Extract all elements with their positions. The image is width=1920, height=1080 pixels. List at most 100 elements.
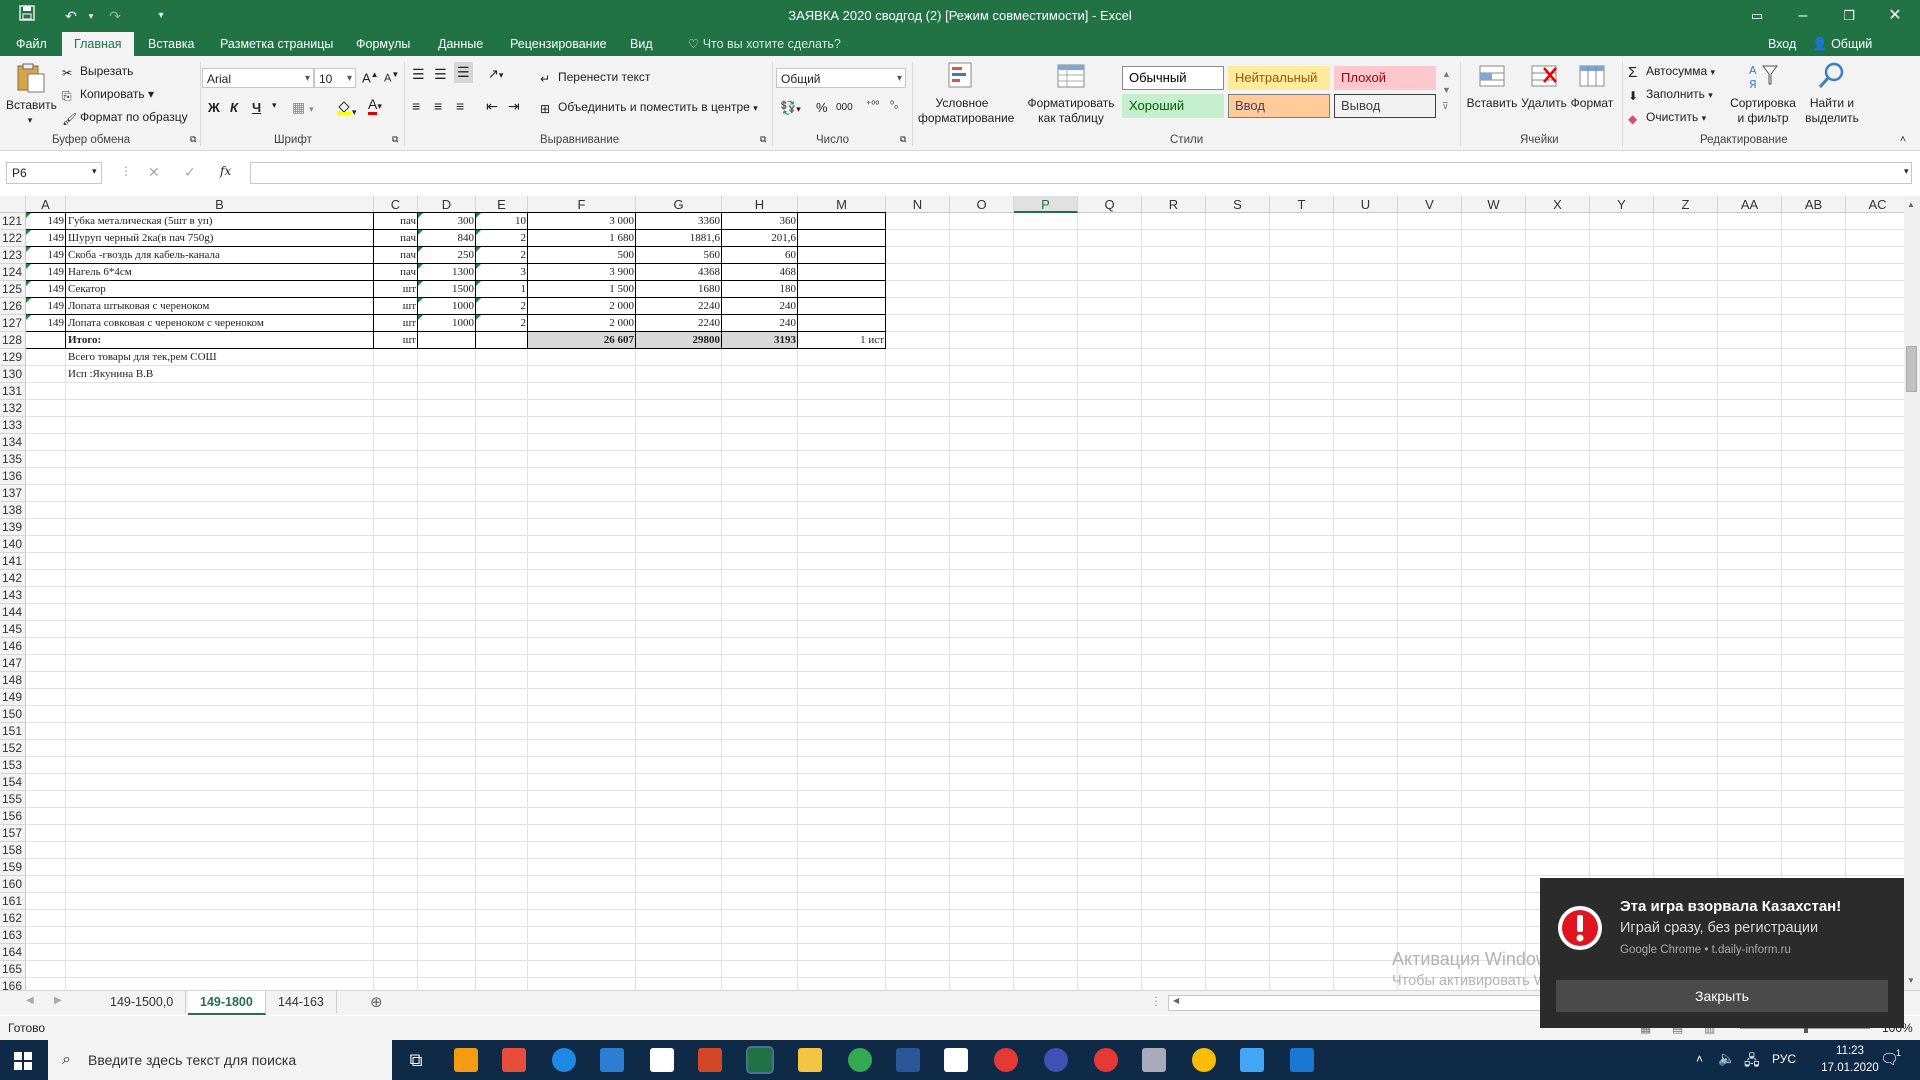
cell-a[interactable]: 149 (26, 281, 66, 298)
row-header[interactable]: 144 (0, 604, 26, 621)
excel-icon[interactable] (746, 1046, 774, 1074)
row-header[interactable]: 158 (0, 842, 26, 859)
cell-b[interactable]: Лопата совковая с череноком с череноком (66, 315, 374, 332)
row-header[interactable]: 121 (0, 213, 26, 230)
align-bottom-icon[interactable]: ☰ (454, 62, 473, 83)
horizontal-scrollbar[interactable]: ◀ (1168, 995, 1542, 1011)
row-header[interactable]: 162 (0, 910, 26, 927)
column-header-b[interactable]: B (66, 196, 374, 213)
find-select-button[interactable]: Найти и выделить (1800, 60, 1864, 126)
row-header[interactable]: 130 (0, 366, 26, 383)
formula-input[interactable] (250, 162, 1912, 184)
row-header[interactable]: 135 (0, 451, 26, 468)
column-header-g[interactable]: G (636, 196, 722, 213)
merge-center-button[interactable]: ⊞ Объединить и поместить в центре ▾ (540, 100, 758, 116)
cell-h[interactable]: 201,6 (722, 230, 798, 247)
cell-a[interactable]: 149 (26, 264, 66, 281)
decrease-indent-icon[interactable]: ⇤ (486, 98, 498, 115)
column-header-d[interactable]: D (418, 196, 476, 213)
cell-g[interactable]: 29800 (636, 332, 722, 349)
style-output[interactable]: Вывод (1334, 94, 1436, 118)
autosum-button[interactable]: Σ Автосумма ▾ (1628, 64, 1715, 81)
app-icon-tools[interactable] (1142, 1048, 1166, 1072)
percent-button[interactable]: % (816, 100, 828, 115)
cell-f[interactable]: 2 000 (528, 298, 636, 315)
cell-e[interactable]: 2 (476, 298, 528, 315)
align-top-icon[interactable]: ☰ (412, 66, 425, 83)
share-button[interactable]: 👤 Общий доступ (1800, 32, 1920, 75)
name-box-dropdown-icon[interactable]: ▾ (92, 166, 97, 177)
column-header-t[interactable]: T (1270, 196, 1334, 213)
cell-g[interactable]: 2240 (636, 298, 722, 315)
row-header[interactable]: 131 (0, 383, 26, 400)
styles-gallery-scroll[interactable]: ▲ ▼ ⊽ (1442, 66, 1451, 114)
worksheet-grid[interactable]: A B C D E F G H M N O P Q R S T U V W X Y Z AA AB AC 121 122 123 124… (0, 196, 1904, 990)
column-header-r[interactable]: R (1142, 196, 1206, 213)
taskbar-clock[interactable]: 11:23 17.01.2020 (1810, 1043, 1890, 1077)
scroll-up-icon[interactable]: ▲ (1907, 200, 1915, 209)
row-header[interactable]: 134 (0, 434, 26, 451)
row-header[interactable]: 125 (0, 281, 26, 298)
column-header-ac[interactable]: AC (1846, 196, 1904, 213)
conditional-format-button[interactable]: Условное форматирование (918, 60, 1014, 126)
column-header-m[interactable]: M (798, 196, 886, 213)
cell-c[interactable]: пач (374, 230, 418, 247)
font-size-combo[interactable]: 10 (314, 68, 356, 89)
cell-e[interactable]: 2 (476, 315, 528, 332)
format-painter-button[interactable]: 🖌 Формат по образцу (62, 110, 188, 126)
taskbar-search-box[interactable]: ⌕ Введите здесь текст для поиска (48, 1040, 392, 1080)
tab-home[interactable]: Главная (62, 32, 134, 56)
cell-g[interactable]: 2240 (636, 315, 722, 332)
cell-f[interactable]: 3 900 (528, 264, 636, 281)
h-scroll-left-icon[interactable]: ◀ (1173, 996, 1179, 1005)
cancel-entry-icon[interactable]: ✕ (148, 164, 160, 181)
align-left-icon[interactable]: ≡ (412, 98, 420, 114)
column-header-c[interactable]: C (374, 196, 418, 213)
tab-page-layout[interactable]: Разметка страницы (208, 32, 345, 56)
sort-filter-button[interactable]: АЯ Сортировка и фильтр (1728, 60, 1798, 126)
font-name-combo[interactable]: Arial (202, 68, 314, 89)
chrome-icon[interactable] (848, 1048, 872, 1072)
cell-g[interactable]: 4368 (636, 264, 722, 281)
task-view-icon[interactable]: ⧉ (404, 1048, 428, 1072)
row-header[interactable]: 156 (0, 808, 26, 825)
align-middle-icon[interactable]: ☰ (434, 66, 447, 83)
row-header[interactable]: 157 (0, 825, 26, 842)
row-header[interactable]: 166 (0, 978, 26, 990)
paste-button[interactable]: Вставить ▾ (6, 62, 57, 128)
row-header[interactable]: 128 (0, 332, 26, 349)
confirm-entry-icon[interactable]: ✓ (184, 164, 196, 181)
cell-m[interactable]: 1 ист (798, 332, 886, 349)
row-header[interactable]: 153 (0, 757, 26, 774)
cell-g[interactable]: 1680 (636, 281, 722, 298)
file-explorer-icon[interactable] (798, 1048, 822, 1072)
network-icon[interactable]: 🖧 (1744, 1050, 1760, 1074)
column-header-v[interactable]: V (1398, 196, 1462, 213)
tab-review[interactable]: Рецензирование (498, 32, 619, 56)
ribbon-display-options-icon[interactable]: ▭ (1734, 0, 1780, 32)
row-header[interactable]: 163 (0, 927, 26, 944)
row-header[interactable]: 145 (0, 621, 26, 638)
name-box[interactable]: P6 (6, 162, 102, 184)
cell-h[interactable]: 180 (722, 281, 798, 298)
cell-c[interactable]: шт (374, 281, 418, 298)
copy-button[interactable]: ⎘ Копировать ▾ (62, 87, 154, 103)
format-as-table-button[interactable]: Форматировать как таблицу (1026, 60, 1116, 126)
column-header-z[interactable]: Z (1654, 196, 1718, 213)
row-header[interactable]: 155 (0, 791, 26, 808)
cell-g[interactable]: 1881,6 (636, 230, 722, 247)
store-icon[interactable] (600, 1048, 624, 1072)
row-header[interactable]: 126 (0, 298, 26, 315)
row-header[interactable]: 122 (0, 230, 26, 247)
column-header-x[interactable]: X (1526, 196, 1590, 213)
bold-button[interactable]: Ж (208, 100, 220, 115)
cell-g[interactable]: 3360 (636, 213, 722, 230)
clear-button[interactable]: ◆ Очистить ▾ (1628, 110, 1706, 126)
row-header[interactable]: 124 (0, 264, 26, 281)
column-header-e[interactable]: E (476, 196, 528, 213)
cell-a[interactable]: 149 (26, 315, 66, 332)
underline-button[interactable]: Ч (252, 100, 261, 115)
cell-h[interactable]: 240 (722, 298, 798, 315)
cell-b[interactable]: Нагель 6*4см (66, 264, 374, 281)
opera-icon[interactable] (1094, 1048, 1118, 1072)
